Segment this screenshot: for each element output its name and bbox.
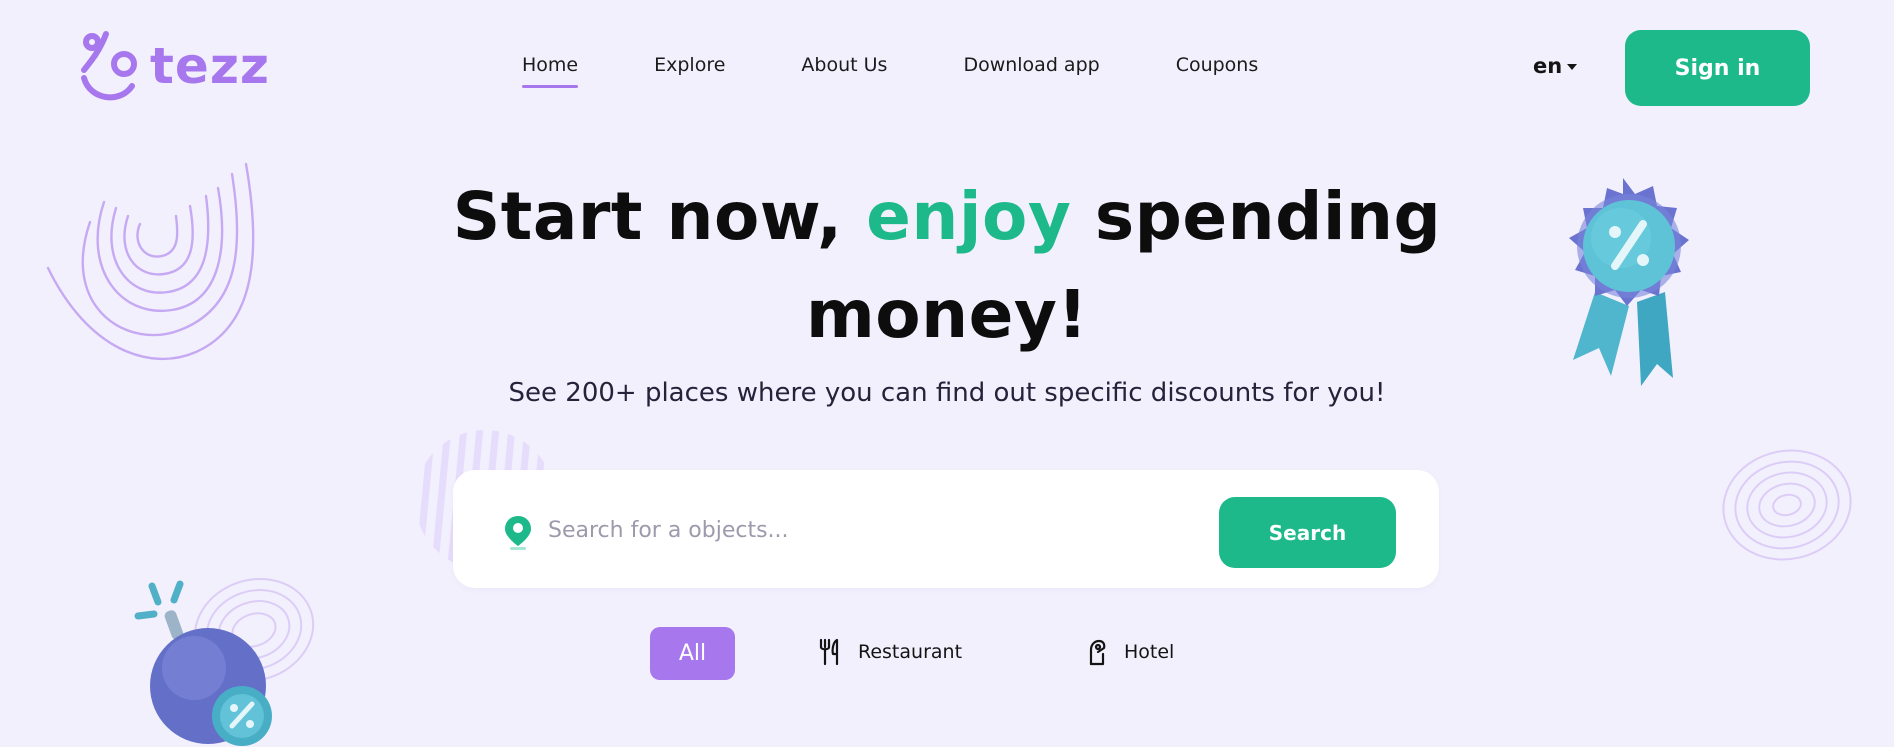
category-hotel-label: Hotel <box>1124 641 1175 663</box>
nav-about-us[interactable]: About Us <box>801 54 887 76</box>
logo-mark-icon <box>81 31 137 101</box>
category-hotel[interactable]: Hotel <box>1086 638 1174 666</box>
nav-coupons[interactable]: Coupons <box>1176 54 1259 76</box>
hero-title-part2: spending <box>1094 178 1442 255</box>
discount-badge-illustration <box>1569 178 1689 386</box>
landing-page: tezz Home Explore About Us Download app … <box>0 0 1894 747</box>
logo[interactable]: tezz <box>80 30 270 102</box>
category-restaurant-label: Restaurant <box>858 641 963 663</box>
nav-explore[interactable]: Explore <box>654 54 725 76</box>
search-input[interactable] <box>548 512 1188 548</box>
main-nav: Home Explore About Us Download app Coupo… <box>522 54 1259 88</box>
category-all[interactable]: All <box>650 627 735 680</box>
category-restaurant[interactable]: Restaurant <box>818 638 962 666</box>
hotel-tag-icon <box>1089 639 1106 666</box>
nav-home[interactable]: Home <box>522 54 579 88</box>
hero-title-part1: Start now, <box>452 178 843 255</box>
search-button[interactable]: Search <box>1219 497 1396 568</box>
brand-name: tezz <box>150 37 271 95</box>
location-pin-icon <box>505 516 531 550</box>
hero-title: Start now, enjoy spending money! <box>397 168 1497 364</box>
hero-title-line2: money! <box>806 276 1088 353</box>
sign-in-button[interactable]: Sign in <box>1625 30 1810 106</box>
hero-subtitle: See 200+ places where you can find out s… <box>508 378 1386 408</box>
discount-bomb-illustration <box>134 580 272 746</box>
concentric-rings-decoration <box>1722 449 1852 561</box>
fork-knife-icon <box>819 638 839 666</box>
wavy-lines-decoration <box>46 162 255 361</box>
nav-download-app[interactable]: Download app <box>963 54 1099 76</box>
language-selector[interactable]: en <box>1533 54 1578 78</box>
language-label: en <box>1533 54 1563 78</box>
chevron-down-icon <box>1567 64 1578 70</box>
hero-title-accent: enjoy <box>866 178 1072 255</box>
